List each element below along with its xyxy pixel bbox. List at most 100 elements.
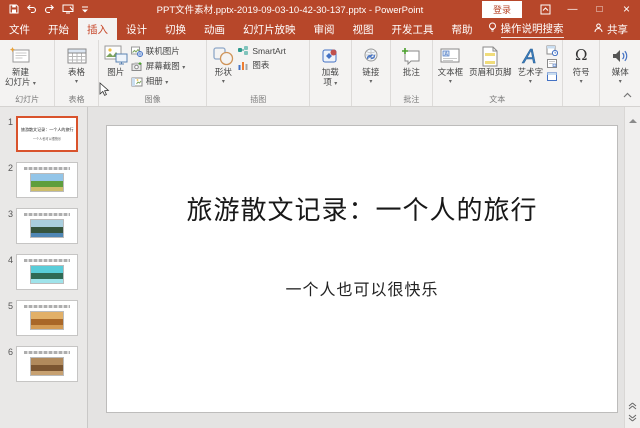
tab-review[interactable]: 审阅 [305,18,344,40]
window-title: PPT文件素材.pptx-2019-09-03-10-42-30-137.ppt… [156,5,424,16]
insert-object-button[interactable] [546,71,558,82]
speaker-icon [610,44,630,68]
group-illustrations: 形状 ▾ SmartArt 图表 插图 [207,40,311,106]
group-label-slides: 幻灯片 [15,95,40,104]
tab-slideshow[interactable]: 幻灯片放映 [234,18,305,40]
thumbnail-text-line [24,259,70,262]
group-addins: 加载 项 ▾ [310,40,352,106]
chart-button[interactable]: 图表 [237,59,286,71]
online-pictures-button[interactable]: 联机图片 [130,45,185,57]
slide-thumbnail-3[interactable] [16,208,78,244]
maximize-button[interactable]: □ [586,0,613,18]
thumbnail-row: 2 [0,162,87,198]
window-controls: — □ × [532,0,640,18]
lightbulb-icon [488,22,497,36]
thumbnail-text-line [24,305,70,308]
shapes-button[interactable]: 形状 ▾ [209,43,237,86]
smartart-button[interactable]: SmartArt [237,45,286,56]
screenshot-button[interactable]: 屏幕截图 ▾ [131,60,185,72]
pictures-icon [104,44,128,68]
thumbnail-text-line [24,167,70,170]
tab-file[interactable]: 文件 [0,18,39,40]
media-button[interactable]: 媒体 ▾ [607,43,633,86]
wordart-icon: A [519,44,541,68]
thumbnail-image [30,219,64,238]
tab-transitions[interactable]: 切换 [156,18,195,40]
thumbnail-row: 3 [0,208,87,244]
comment-icon [400,44,422,68]
text-box-button[interactable]: A 文本框 ▾ [435,43,467,86]
slide-thumbnail-5[interactable] [16,300,78,336]
group-text: A 文本框 ▾ 页眉和页脚 A 艺术字 ▾ 文本 [433,40,563,106]
group-symbols: Ω 符号 ▾ [563,40,601,106]
slide-thumbnail-4[interactable] [16,254,78,290]
collapse-ribbon-icon[interactable] [623,85,632,103]
tab-design[interactable]: 设计 [117,18,156,40]
smartart-icon [237,45,249,56]
vertical-scrollbar[interactable] [624,107,640,428]
ribbon-display-options-icon[interactable] [532,0,559,18]
close-button[interactable]: × [613,0,640,18]
powerpoint-window: PPT文件素材.pptx-2019-09-03-10-42-30-137.ppt… [0,0,640,428]
group-label-tables: 表格 [68,95,85,104]
save-icon[interactable] [9,4,19,14]
slide-subtitle-text[interactable]: 一个人也可以很快乐 [107,276,617,300]
previous-slide-icon[interactable] [628,402,637,410]
svg-text:A: A [522,46,536,67]
thumbnail-image [30,311,64,330]
customize-qat-icon[interactable] [81,5,89,14]
tab-view[interactable]: 视图 [344,18,383,40]
group-label-illustrations: 插图 [250,95,267,104]
minimize-button[interactable]: — [559,0,586,18]
thumbnail-image [30,357,64,376]
addins-button[interactable]: 加载 项 ▾ [317,43,343,89]
slide-thumbnail-1[interactable]: 旅游散文记录：一个人的旅行 一个人也可以很快乐 [16,116,78,152]
slide-thumbnail-2[interactable] [16,162,78,198]
symbol-button[interactable]: Ω 符号 ▾ [570,43,593,86]
wordart-button[interactable]: A 艺术字 ▾ [515,43,547,86]
person-icon [594,23,603,36]
slide-canvas[interactable]: 旅游散文记录：一个人的旅行 一个人也可以很快乐 [106,125,618,413]
scroll-up-arrow-icon[interactable] [628,110,637,128]
thumbnail-text-line [24,351,70,354]
start-slideshow-icon[interactable] [62,4,74,14]
thumbnail-image [30,173,64,192]
comment-button[interactable]: 批注 [397,43,425,79]
shapes-icon [212,44,234,68]
table-button[interactable]: 表格 ▾ [64,43,90,86]
table-icon [67,44,87,68]
group-links: 链接 ▾ [352,40,392,106]
pictures-button[interactable]: 图片 [101,43,131,79]
header-footer-button[interactable]: 页眉和页脚 [466,43,515,79]
share-button[interactable]: 共享 [582,18,640,40]
slide-number-button[interactable] [546,58,558,69]
next-slide-icon[interactable] [628,414,637,422]
omega-symbol-icon: Ω [574,46,588,65]
redo-icon[interactable] [44,4,55,14]
tab-help[interactable]: 帮助 [443,18,482,40]
sign-in-button[interactable]: 登录 [481,0,522,18]
date-time-button[interactable] [546,45,559,56]
slide-title-text[interactable]: 旅游散文记录：一个人的旅行 [107,190,617,227]
addins-icon [320,44,340,68]
quick-access-toolbar [0,4,98,14]
tab-animations[interactable]: 动画 [195,18,234,40]
tab-home[interactable]: 开始 [39,18,78,40]
undo-icon[interactable] [26,4,37,14]
slide-editor-area: 旅游散文记录：一个人的旅行 一个人也可以很快乐 [88,107,624,428]
links-button[interactable]: 链接 ▾ [358,43,384,86]
tell-me-box[interactable]: 操作说明搜索 [488,18,564,40]
photo-album-button[interactable]: 相册 ▾ [131,75,185,87]
tab-developer[interactable]: 开发工具 [383,18,443,40]
slide-nav-buttons [628,402,637,422]
tab-insert[interactable]: 插入 [78,18,117,40]
new-slide-button[interactable]: 新建 幻灯片 ▾ [2,43,39,89]
screenshot-icon [131,61,143,72]
group-media: 媒体 ▾ [600,40,640,106]
group-comments: 批注 批注 [391,40,433,106]
slide-thumbnail-6[interactable] [16,346,78,382]
tabs-spacer [564,18,583,40]
thumbnail-row: 6 [0,346,87,382]
header-footer-icon [481,44,499,68]
slide-number-label: 2 [7,163,13,173]
